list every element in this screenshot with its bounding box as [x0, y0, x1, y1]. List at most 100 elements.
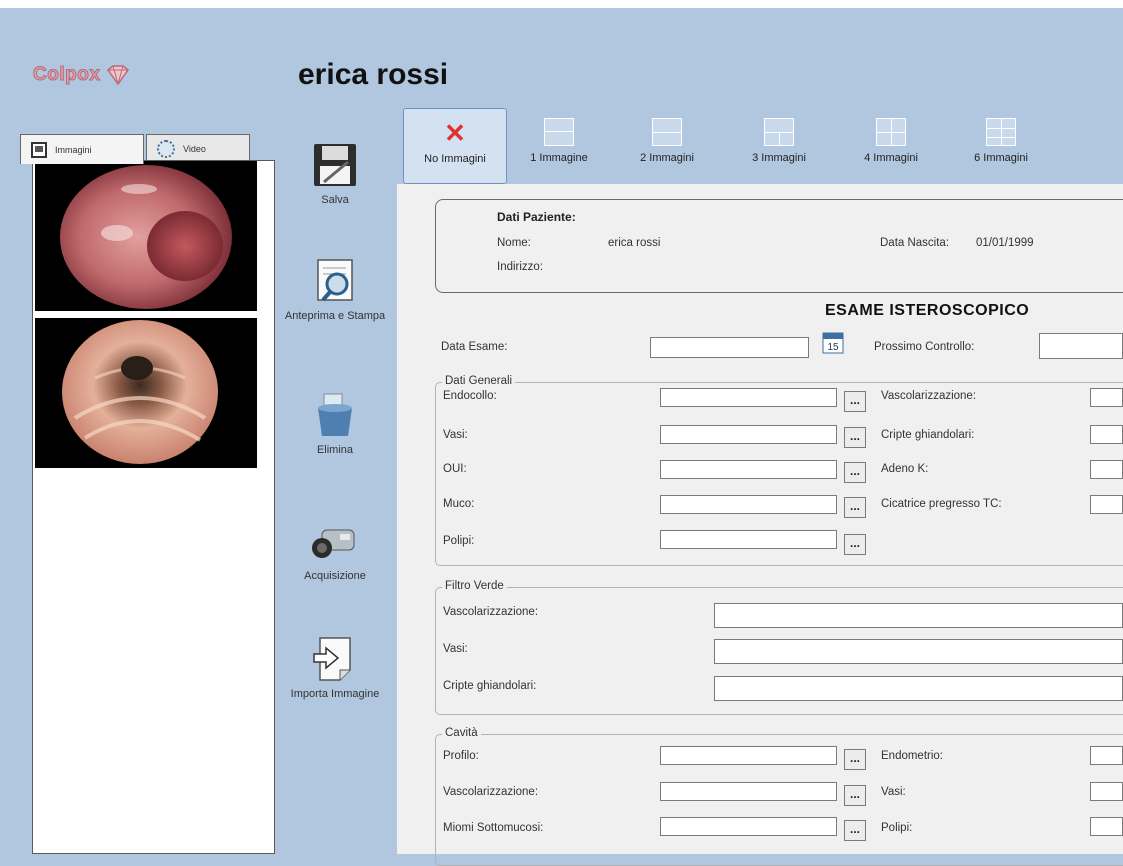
acquisition-label: Acquisizione [304, 570, 366, 582]
endocollo-label: Endocollo: [443, 390, 497, 402]
thumbnail-list[interactable] [32, 160, 275, 854]
layout-2-icon [652, 118, 682, 146]
tab-immagini[interactable]: Immagini [20, 134, 144, 164]
side-toolbar: Salva Anteprima e Stampa Elimina Acquisi… [273, 134, 397, 854]
cavita-polipi-label: Polipi: [881, 822, 913, 834]
layout-1-button[interactable]: 1 Immagine [509, 108, 609, 184]
polipi-more-button[interactable]: ... [844, 534, 866, 555]
no-images-label: No Immagini [424, 153, 486, 165]
calendar-day: 15 [827, 342, 839, 353]
save-label: Salva [321, 194, 349, 206]
patient-name-title: erica rossi [298, 58, 449, 91]
fv-vascolarizzazione-input[interactable] [714, 603, 1123, 628]
exam-date-input[interactable] [650, 337, 809, 358]
adeno-k-label: Adeno K: [881, 463, 929, 475]
name-value: erica rossi [608, 237, 661, 249]
layout-4-label: 4 Immagini [864, 152, 918, 164]
cripte-ghiandolari-input[interactable] [1090, 425, 1123, 444]
vasi-more-button[interactable]: ... [844, 427, 866, 448]
fv-vasi-input[interactable] [714, 639, 1123, 664]
layout-3-button[interactable]: 3 Immagini [727, 108, 831, 184]
calendar-icon[interactable]: 15 [822, 332, 844, 354]
acquisition-button[interactable]: Acquisizione [273, 516, 397, 583]
profilo-more-button[interactable]: ... [844, 749, 866, 770]
cicatrice-input[interactable] [1090, 495, 1123, 514]
cavita-vascolarizzazione-label: Vascolarizzazione: [443, 786, 539, 798]
endoscopic-image-2 [62, 320, 218, 464]
cavita-vasi-input[interactable] [1090, 782, 1123, 801]
layout-4-icon [876, 118, 906, 146]
next-check-label: Prossimo Controllo: [874, 341, 975, 353]
layout-3-label: 3 Immagini [752, 152, 806, 164]
vascolarizzazione-input[interactable] [1090, 388, 1123, 407]
cavita-vascolarizzazione-more-button[interactable]: ... [844, 785, 866, 806]
vascolarizzazione-label: Vascolarizzazione: [881, 390, 977, 402]
layout-4-button[interactable]: 4 Immagini [839, 108, 943, 184]
cripte-ghiandolari-label: Cripte ghiandolari: [881, 429, 975, 441]
thumbnail-2[interactable] [35, 318, 257, 468]
vasi-input[interactable] [660, 425, 837, 444]
dati-generali-legend: Dati Generali [442, 375, 516, 387]
layout-6-icon [986, 118, 1016, 146]
filtro-verde-legend: Filtro Verde [442, 580, 507, 592]
birth-date-label: Data Nascita: [880, 237, 950, 249]
exam-form: Dati Paziente: Nome: erica rossi Data Na… [397, 184, 1123, 866]
fv-cripte-label: Cripte ghiandolari: [443, 680, 537, 692]
diamond-icon [107, 65, 130, 85]
oui-input[interactable] [660, 460, 837, 479]
muco-label: Muco: [443, 498, 475, 510]
patient-info-box: Dati Paziente: Nome: erica rossi Data Na… [435, 199, 1123, 293]
oui-label: OUI: [443, 463, 467, 475]
polipi-label: Polipi: [443, 535, 475, 547]
adeno-k-input[interactable] [1090, 460, 1123, 479]
muco-input[interactable] [660, 495, 837, 514]
save-button[interactable]: Salva [273, 140, 397, 207]
endocollo-input[interactable] [660, 388, 837, 407]
close-icon: ✕ [444, 118, 466, 148]
tab-video[interactable]: Video [146, 134, 250, 162]
image-icon [31, 141, 47, 158]
endocollo-more-button[interactable]: ... [844, 391, 866, 412]
import-image-button[interactable]: Importa Immagine [273, 634, 397, 701]
cavita-vasi-label: Vasi: [881, 786, 906, 798]
profilo-label: Profilo: [443, 750, 479, 762]
birth-date-value: 01/01/1999 [976, 237, 1034, 249]
exam-date-label: Data Esame: [441, 341, 508, 353]
cavita-vascolarizzazione-input[interactable] [660, 782, 837, 801]
video-icon [157, 139, 175, 158]
floppy-disk-icon [310, 140, 360, 190]
trash-bin-icon [310, 390, 360, 440]
fv-vasi-label: Vasi: [443, 643, 468, 655]
app-logo: Colpox [32, 64, 130, 86]
endoscopic-image-1 [60, 165, 232, 309]
miomi-input[interactable] [660, 817, 837, 836]
layout-1-icon [544, 118, 574, 146]
fv-cripte-input[interactable] [714, 676, 1123, 701]
layout-3-icon [764, 118, 794, 146]
polipi-input[interactable] [660, 530, 837, 549]
print-preview-icon [310, 256, 360, 306]
layout-6-button[interactable]: 6 Immagini [949, 108, 1053, 184]
print-preview-button[interactable]: Anteprima e Stampa [273, 256, 397, 323]
endometrio-label: Endometrio: [881, 750, 944, 762]
camera-icon [310, 516, 360, 566]
muco-more-button[interactable]: ... [844, 497, 866, 518]
profilo-input[interactable] [660, 746, 837, 765]
miomi-more-button[interactable]: ... [844, 820, 866, 841]
layout-6-label: 6 Immagini [974, 152, 1028, 164]
import-image-icon [310, 634, 360, 684]
address-label: Indirizzo: [497, 261, 544, 273]
patient-info-title: Dati Paziente: [497, 210, 576, 224]
miomi-label: Miomi Sottomucosi: [443, 822, 544, 834]
oui-more-button[interactable]: ... [844, 462, 866, 483]
layout-2-button[interactable]: 2 Immagini [615, 108, 719, 184]
layout-1-label: 1 Immagine [530, 152, 588, 164]
no-images-button[interactable]: ✕ No Immagini [403, 108, 507, 184]
cicatrice-label: Cicatrice pregresso TC: [881, 498, 1002, 510]
endometrio-input[interactable] [1090, 746, 1123, 765]
delete-button[interactable]: Elimina [273, 390, 397, 457]
top-border [0, 0, 1123, 8]
thumbnail-1[interactable] [35, 161, 257, 311]
next-check-input[interactable] [1039, 333, 1123, 359]
cavita-polipi-input[interactable] [1090, 817, 1123, 836]
